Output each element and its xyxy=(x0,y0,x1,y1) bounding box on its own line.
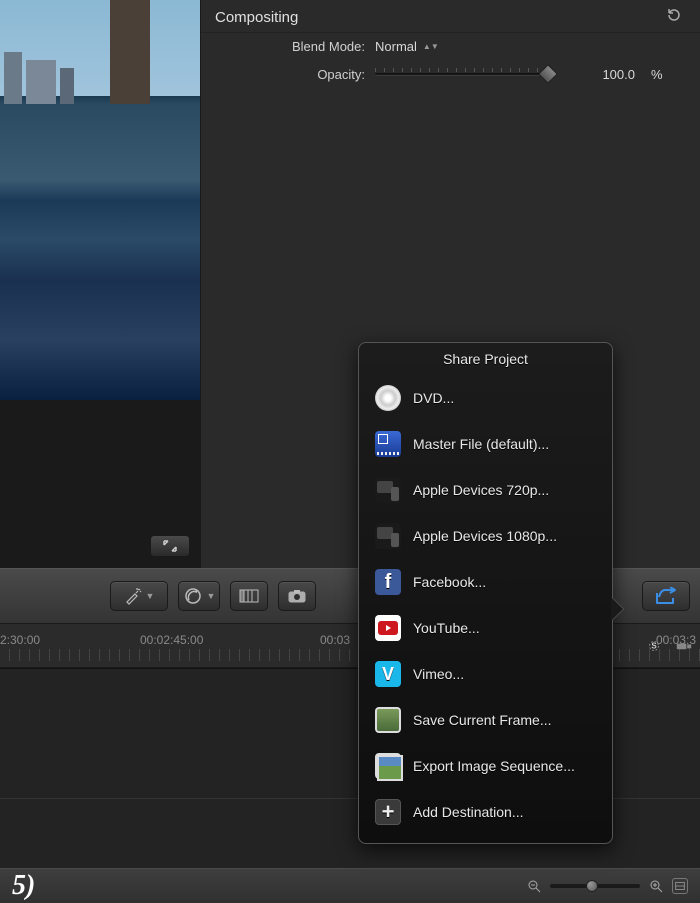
viewer-panel xyxy=(0,0,200,568)
skimming-icon[interactable]: S xyxy=(646,638,662,654)
bottom-bar: 5) xyxy=(0,868,700,903)
share-item-vimeo[interactable]: V Vimeo... xyxy=(359,651,612,697)
share-item-devices[interactable]: Apple Devices 720p... xyxy=(359,467,612,513)
clip-appearance-icon[interactable] xyxy=(672,878,688,894)
share-item-label: Apple Devices 1080p... xyxy=(413,528,557,544)
share-item-dvd[interactable]: DVD... xyxy=(359,375,612,421)
share-item-label: Vimeo... xyxy=(413,666,464,682)
fb-icon: f xyxy=(375,569,401,595)
share-item-add[interactable]: + Add Destination... xyxy=(359,789,612,835)
svg-text:S: S xyxy=(651,642,657,651)
fullscreen-button[interactable] xyxy=(150,535,190,557)
share-item-master[interactable]: Master File (default)... xyxy=(359,421,612,467)
reset-button[interactable] xyxy=(666,8,686,26)
popover-title: Share Project xyxy=(359,343,612,375)
opacity-label: Opacity: xyxy=(215,67,365,82)
vimeo-icon: V xyxy=(375,661,401,687)
dvd-icon xyxy=(375,385,401,411)
share-item-seq[interactable]: Export Image Sequence... xyxy=(359,743,612,789)
master-icon xyxy=(375,431,401,457)
chevron-down-icon: ▼ xyxy=(207,591,216,601)
share-item-label: Facebook... xyxy=(413,574,486,590)
frame-icon xyxy=(375,707,401,733)
share-item-yt[interactable]: YouTube... xyxy=(359,605,612,651)
share-popover: Share Project DVD... Master File (default… xyxy=(358,342,613,844)
effects-button[interactable]: ▼ xyxy=(110,581,168,611)
zoom-slider[interactable] xyxy=(550,884,640,888)
chevron-updown-icon: ▲▼ xyxy=(423,44,439,49)
blend-mode-row: Blend Mode: Normal ▲▼ xyxy=(201,33,700,60)
chevron-down-icon: ▼ xyxy=(146,591,155,601)
clip-appearance-button[interactable] xyxy=(230,581,268,611)
timecode: 00:03 xyxy=(320,633,350,647)
step-number: 5) xyxy=(12,870,35,902)
add-icon: + xyxy=(375,799,401,825)
seq-icon xyxy=(375,753,401,779)
share-item-label: DVD... xyxy=(413,390,454,406)
section-title: Compositing xyxy=(215,9,666,26)
blend-mode-value: Normal xyxy=(375,39,417,54)
devices-icon xyxy=(375,523,401,549)
opacity-unit: % xyxy=(651,67,663,82)
yt-icon xyxy=(375,615,401,641)
share-item-label: Add Destination... xyxy=(413,804,524,820)
share-item-label: Save Current Frame... xyxy=(413,712,552,728)
share-item-devices[interactable]: Apple Devices 1080p... xyxy=(359,513,612,559)
zoom-in-icon[interactable] xyxy=(648,878,664,894)
snapping-icon[interactable] xyxy=(676,638,692,654)
share-button[interactable] xyxy=(642,581,690,611)
devices-icon xyxy=(375,477,401,503)
share-item-label: Apple Devices 720p... xyxy=(413,482,549,498)
share-item-frame[interactable]: Save Current Frame... xyxy=(359,697,612,743)
zoom-out-icon[interactable] xyxy=(526,878,542,894)
blend-mode-select[interactable]: Normal ▲▼ xyxy=(375,39,439,54)
timecode: 2:30:00 xyxy=(0,633,40,647)
share-item-label: YouTube... xyxy=(413,620,480,636)
blend-mode-label: Blend Mode: xyxy=(215,39,365,54)
opacity-value[interactable]: 100.0 xyxy=(565,67,635,82)
opacity-row: Opacity: 100.0 % xyxy=(201,60,700,88)
share-item-label: Master File (default)... xyxy=(413,436,549,452)
share-item-fb[interactable]: f Facebook... xyxy=(359,559,612,605)
timecode: 00:02:45:00 xyxy=(140,633,203,647)
snapshot-button[interactable] xyxy=(278,581,316,611)
retime-button[interactable]: ▼ xyxy=(178,581,220,611)
preview-image xyxy=(0,0,200,400)
opacity-slider[interactable] xyxy=(375,66,555,82)
share-item-label: Export Image Sequence... xyxy=(413,758,575,774)
